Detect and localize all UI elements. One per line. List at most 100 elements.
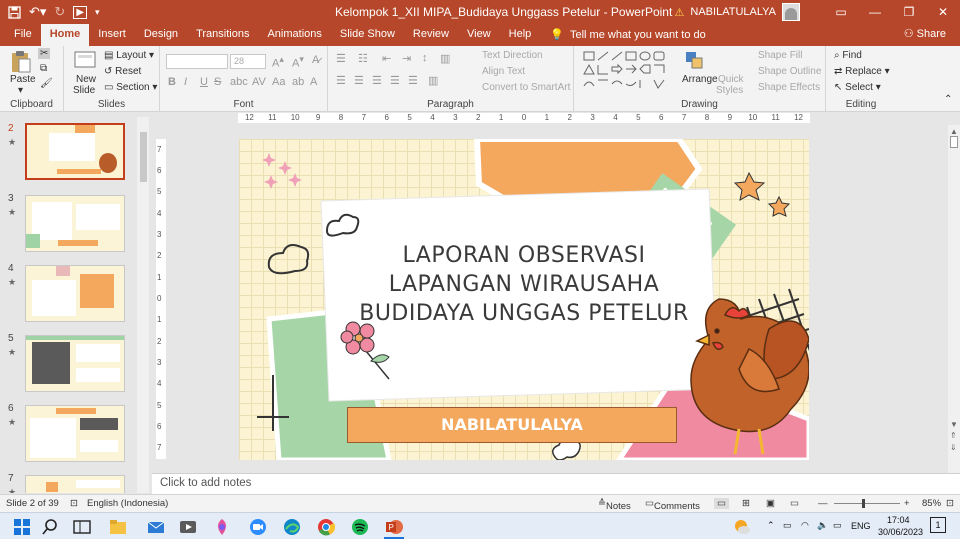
tab-review[interactable]: Review <box>404 24 458 46</box>
align-left-icon[interactable]: ☰ <box>336 74 346 87</box>
distributed-icon[interactable]: ☰ <box>408 74 418 87</box>
replace-button[interactable]: ⇄ Replace ▾ <box>834 66 890 77</box>
collapse-ribbon-icon[interactable]: ⌃ <box>944 94 952 105</box>
paste-dropdown-icon[interactable]: ▾ <box>18 85 23 96</box>
strikethrough-button[interactable]: S <box>214 76 221 88</box>
tab-slide-show[interactable]: Slide Show <box>331 24 404 46</box>
bullets-icon[interactable]: ☰ <box>336 52 346 65</box>
file-explorer-icon[interactable] <box>108 517 128 537</box>
network-icon[interactable]: ▭ <box>783 520 792 531</box>
tab-animations[interactable]: Animations <box>258 24 330 46</box>
numbering-icon[interactable]: ☷ <box>358 52 368 65</box>
slide-title[interactable]: LAPORAN OBSERVASI LAPANGAN WIRAUSAHA BUD… <box>329 241 719 328</box>
clock-time[interactable]: 17:04 <box>887 515 910 525</box>
undo-icon[interactable]: ↶▾ <box>29 4 46 20</box>
notes-button[interactable]: ≙ Notes <box>598 498 631 512</box>
shape-outline-button[interactable]: Shape Outline <box>758 66 821 77</box>
slide-sorter-icon[interactable]: ⊞ <box>742 498 750 509</box>
normal-view-icon[interactable]: ▭ <box>714 498 729 509</box>
photos-icon[interactable] <box>212 517 232 537</box>
spacing-button[interactable]: AV <box>252 76 266 88</box>
change-case-button[interactable]: Aa <box>272 76 285 88</box>
reset-button[interactable]: ↺ Reset <box>104 66 141 77</box>
zoom-out-icon[interactable]: — <box>818 498 828 509</box>
slide-scrollbar[interactable]: ▲ ▼ ⇑ ⇓ <box>948 125 960 473</box>
bold-button[interactable]: B <box>168 76 176 88</box>
paste-button[interactable]: Paste <box>10 74 36 85</box>
shape-fill-button[interactable]: Shape Fill <box>758 50 802 61</box>
format-painter-icon[interactable]: 🖌 <box>40 78 53 89</box>
reading-view-icon[interactable]: ▣ <box>766 498 775 509</box>
zoom-in-icon[interactable]: + <box>904 498 910 509</box>
font-name-combo[interactable] <box>166 54 228 69</box>
zoom-slider-thumb[interactable] <box>862 499 865 508</box>
section-button[interactable]: ▭ Section ▾ <box>104 82 157 93</box>
quick-styles-label[interactable]: Quick <box>718 74 744 85</box>
battery-icon[interactable]: ▭ <box>833 520 842 531</box>
ribbon-display-options-icon[interactable]: ▭ <box>824 5 858 19</box>
slide-thumbnail-6[interactable] <box>25 405 125 462</box>
minimize-button[interactable]: — <box>858 5 892 19</box>
align-center-icon[interactable]: ☰ <box>354 74 364 87</box>
powerpoint-icon[interactable]: P <box>384 517 404 537</box>
spellcheck-icon[interactable]: ⊡ <box>70 498 78 509</box>
decrease-font-icon[interactable]: A▾ <box>292 54 304 70</box>
thumbnails-scrollbar[interactable] <box>137 117 149 493</box>
notes-pane[interactable]: Click to add notes <box>152 473 960 494</box>
clock-date[interactable]: 30/06/2023 <box>878 527 923 537</box>
new-slide-icon[interactable] <box>74 50 96 70</box>
tab-transitions[interactable]: Transitions <box>187 24 258 46</box>
volume-icon[interactable]: 🔈 <box>817 520 828 531</box>
language[interactable]: English (Indonesia) <box>87 498 168 509</box>
maximize-button[interactable]: ❐ <box>892 5 926 19</box>
text-direction-button[interactable]: Text Direction <box>482 50 543 61</box>
arrange-icon[interactable] <box>684 50 706 70</box>
shape-effects-button[interactable]: Shape Effects <box>758 82 820 93</box>
layout-button[interactable]: ▤ Layout ▾ <box>104 50 154 61</box>
tab-design[interactable]: Design <box>135 24 187 46</box>
slide-author-name[interactable]: NABILATULALYA <box>347 407 677 443</box>
chrome-icon[interactable] <box>316 517 336 537</box>
redo-icon[interactable]: ↻ <box>54 4 65 20</box>
start-from-beginning-icon[interactable]: ▶ <box>73 5 88 19</box>
notification-center[interactable]: 1 <box>930 517 946 533</box>
edge-icon[interactable] <box>282 517 302 537</box>
decrease-indent-icon[interactable]: ⇤ <box>382 52 391 65</box>
text-columns-icon[interactable]: ▥ <box>440 52 450 65</box>
shapes-gallery[interactable] <box>582 50 678 94</box>
cut-icon[interactable]: ✂ <box>38 48 51 59</box>
select-button[interactable]: ↖ Select ▾ <box>834 82 881 93</box>
font-color-button[interactable]: A <box>310 76 317 88</box>
underline-button[interactable]: U <box>200 76 208 88</box>
align-right-icon[interactable]: ☰ <box>372 74 382 87</box>
zoom-slider[interactable] <box>834 503 900 504</box>
arrange-label[interactable]: Arrange <box>682 74 718 85</box>
save-icon[interactable] <box>8 5 21 19</box>
highlight-button[interactable]: ab <box>292 76 304 88</box>
copy-icon[interactable]: ⧉ <box>40 63 47 74</box>
spotify-icon[interactable] <box>350 517 370 537</box>
slide-canvas[interactable]: LAPORAN OBSERVASI LAPANGAN WIRAUSAHA BUD… <box>239 139 809 460</box>
media-app-icon[interactable] <box>178 517 198 537</box>
justify-icon[interactable]: ☰ <box>390 74 400 87</box>
quick-styles-label-2[interactable]: Styles <box>716 85 743 96</box>
tab-insert[interactable]: Insert <box>89 24 135 46</box>
customize-toolbar-icon[interactable]: ▾ <box>95 7 100 18</box>
columns-icon[interactable]: ▥ <box>428 74 438 87</box>
increase-indent-icon[interactable]: ⇥ <box>402 52 411 65</box>
tab-help[interactable]: Help <box>500 24 541 46</box>
tab-view[interactable]: View <box>458 24 500 46</box>
new-slide-label[interactable]: New <box>76 74 96 85</box>
tell-me-search[interactable]: 💡 Tell me what you want to do <box>540 24 714 46</box>
slide-thumbnail-7[interactable] <box>25 475 125 493</box>
paste-icon[interactable] <box>10 50 32 74</box>
zoom-level[interactable]: 85% <box>922 498 941 509</box>
mail-icon[interactable] <box>146 517 166 537</box>
clear-formatting-icon[interactable]: A̷ <box>312 54 319 66</box>
zoom-app-icon[interactable] <box>248 517 268 537</box>
convert-smartart-button[interactable]: Convert to SmartArt <box>482 82 570 93</box>
slide-thumbnail-4[interactable] <box>25 265 125 322</box>
input-language[interactable]: ENG <box>851 521 871 531</box>
slide-thumbnail-3[interactable] <box>25 195 125 252</box>
close-button[interactable]: ✕ <box>926 5 960 19</box>
